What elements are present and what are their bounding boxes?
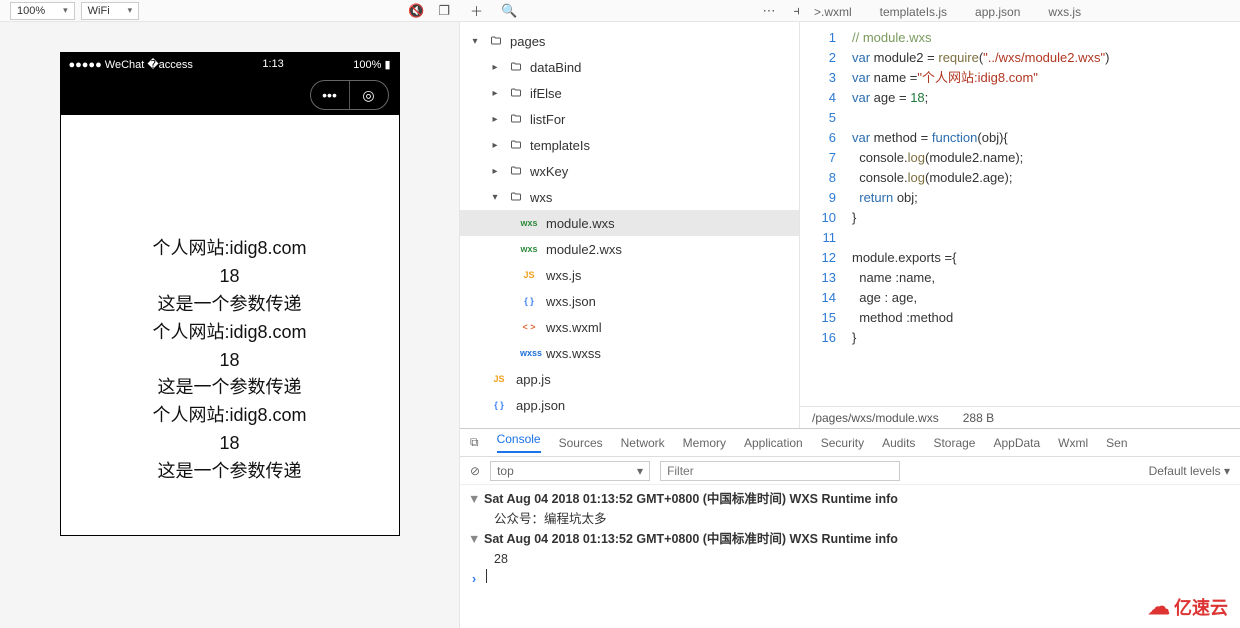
capsule: ••• ◎ xyxy=(310,80,389,110)
editor-tab[interactable]: templateIs.js xyxy=(866,3,961,21)
tree-folder[interactable]: ▸ifElse xyxy=(460,80,799,106)
tree-file[interactable]: JSapp.js xyxy=(460,366,799,392)
devtools-tab[interactable]: Wxml xyxy=(1058,436,1088,450)
console-message: 28 xyxy=(468,549,1232,569)
log-level-dropdown[interactable]: Default levels ▾ xyxy=(1149,464,1230,478)
devtools-tab[interactable]: Sources xyxy=(559,436,603,450)
editor-tab[interactable]: >.wxml xyxy=(800,3,866,21)
console-group[interactable]: ▼Sat Aug 04 2018 01:13:52 GMT+0800 (中国标准… xyxy=(468,489,1232,509)
console-filter-bar: ⊘ top▾ Default levels ▾ xyxy=(460,457,1240,485)
capsule-close-button[interactable]: ◎ xyxy=(350,81,388,109)
status-path: /pages/wxs/module.wxs xyxy=(812,411,939,425)
console-prompt[interactable]: › xyxy=(468,569,1232,589)
sim-text-line: 个人网站:idig8.com xyxy=(61,319,399,347)
watermark: ☁ 亿速云 xyxy=(1148,594,1228,620)
console-output[interactable]: ▼Sat Aug 04 2018 01:13:52 GMT+0800 (中国标准… xyxy=(460,485,1240,628)
sim-text-line: 18 xyxy=(61,263,399,291)
devtools-tabs: ⧉ Console Sources Network Memory Application… xyxy=(460,429,1240,457)
restore-icon[interactable]: ❐ xyxy=(438,3,450,19)
devtools-tab[interactable]: Sen xyxy=(1106,436,1127,450)
carrier-label: ●●●●● WeChat �access xyxy=(69,58,193,71)
status-size: 288 B xyxy=(963,411,994,425)
context-dropdown[interactable]: top▾ xyxy=(490,461,650,481)
add-icon[interactable]: ＋ xyxy=(470,1,483,20)
sim-text-line: 个人网站:idig8.com xyxy=(61,402,399,430)
sim-text-line: 这是一个参数传递 xyxy=(61,458,399,486)
phone-body: 个人网站:idig8.com18这是一个参数传递个人网站:idig8.com18… xyxy=(61,115,399,535)
battery-label: 100% ▮ xyxy=(353,58,390,71)
capsule-menu-button[interactable]: ••• xyxy=(311,81,349,109)
editor-pane: 12345678910111213141516 // module.wxsvar… xyxy=(800,22,1240,428)
tree-file[interactable]: wxsmodule.wxs xyxy=(460,210,799,236)
sim-text-line: 这是一个参数传递 xyxy=(61,291,399,319)
tree-file[interactable]: < >wxs.wxml xyxy=(460,314,799,340)
network-dropdown[interactable]: WiFi ▾ xyxy=(81,2,140,20)
tree-folder[interactable]: ▸dataBind xyxy=(460,54,799,80)
tree-folder[interactable]: ▸wxKey xyxy=(460,158,799,184)
network-value: WiFi xyxy=(88,5,110,17)
search-icon[interactable]: 🔍 xyxy=(501,3,517,19)
inspect-icon[interactable]: ⧉ xyxy=(470,435,479,450)
tree-folder[interactable]: ▾pages xyxy=(460,28,799,54)
devtools-tab[interactable]: Network xyxy=(621,436,665,450)
tree-file[interactable]: wxsmodule2.wxs xyxy=(460,236,799,262)
devtools-tab[interactable]: Console xyxy=(497,432,541,453)
devtools-tab[interactable]: AppData xyxy=(993,436,1040,450)
sim-text-line: 18 xyxy=(61,347,399,375)
folder-icon xyxy=(508,112,524,126)
console-message: 公众号：编程坑太多 xyxy=(468,509,1232,529)
console-group[interactable]: ▼Sat Aug 04 2018 01:13:52 GMT+0800 (中国标准… xyxy=(468,529,1232,549)
tree-folder[interactable]: ▸templateIs xyxy=(460,132,799,158)
sim-text-line: 18 xyxy=(61,430,399,458)
folder-icon xyxy=(508,60,524,74)
clear-console-icon[interactable]: ⊘ xyxy=(470,464,480,478)
sim-text-line: 个人网站:idig8.com xyxy=(61,235,399,263)
chevron-down-icon: ▾ xyxy=(128,5,133,16)
tree-folder[interactable]: ▸listFor xyxy=(460,106,799,132)
folder-icon xyxy=(508,190,524,204)
simulator-pane: ●●●●● WeChat �access 1:13 100% ▮ ••• ◎ 个… xyxy=(0,22,460,628)
cloud-icon: ☁ xyxy=(1148,594,1170,620)
tree-file[interactable]: JSwxs.js xyxy=(460,262,799,288)
folder-icon xyxy=(508,138,524,152)
editor-tabs: >.wxml templateIs.js app.json wxs.js xyxy=(800,0,1240,21)
chevron-down-icon: ▾ xyxy=(63,5,68,16)
devtools-tab[interactable]: Storage xyxy=(933,436,975,450)
tree-file[interactable]: { }app.json xyxy=(460,392,799,418)
zoom-value: 100% xyxy=(17,5,45,17)
editor-status-bar: /pages/wxs/module.wxs 288 B xyxy=(800,406,1240,428)
devtools-panel: ⧉ Console Sources Network Memory Application… xyxy=(460,428,1240,628)
mute-icon[interactable]: 🔇 xyxy=(408,3,424,19)
console-filter-input[interactable] xyxy=(660,461,900,481)
toolbar-left: 100% ▾ WiFi ▾ 🔇 ❐ xyxy=(0,2,460,20)
devtools-tab[interactable]: Security xyxy=(821,436,864,450)
folder-icon xyxy=(488,34,504,48)
folder-icon xyxy=(508,86,524,100)
phone-nav-bar: ••• ◎ xyxy=(61,75,399,115)
code-editor[interactable]: 12345678910111213141516 // module.wxsvar… xyxy=(800,22,1240,406)
devtools-tab[interactable]: Audits xyxy=(882,436,915,450)
phone-frame: ●●●●● WeChat �access 1:13 100% ▮ ••• ◎ 个… xyxy=(60,52,400,536)
tree-folder[interactable]: ▾wxs xyxy=(460,184,799,210)
tree-file[interactable]: wxsswxs.wxss xyxy=(460,340,799,366)
editor-tab[interactable]: app.json xyxy=(961,3,1034,21)
zoom-dropdown[interactable]: 100% ▾ xyxy=(10,2,75,20)
folder-icon xyxy=(508,164,524,178)
clock-label: 1:13 xyxy=(193,58,353,70)
top-toolbar: 100% ▾ WiFi ▾ 🔇 ❐ ＋ 🔍 ⋯ ⫞ >.wxml templat… xyxy=(0,0,1240,22)
tree-file[interactable]: { }wxs.json xyxy=(460,288,799,314)
devtools-tab[interactable]: Memory xyxy=(683,436,726,450)
phone-status-bar: ●●●●● WeChat �access 1:13 100% ▮ xyxy=(61,53,399,75)
sim-text-line: 这是一个参数传递 xyxy=(61,374,399,402)
toolbar-mid: ＋ 🔍 ⋯ ⫞ xyxy=(460,1,800,20)
devtools-tab[interactable]: Application xyxy=(744,436,803,450)
more-icon[interactable]: ⋯ xyxy=(763,3,776,19)
file-tree-pane: ▾pages▸dataBind▸ifElse▸listFor▸templateI… xyxy=(460,22,800,428)
editor-tab[interactable]: wxs.js xyxy=(1034,3,1095,21)
